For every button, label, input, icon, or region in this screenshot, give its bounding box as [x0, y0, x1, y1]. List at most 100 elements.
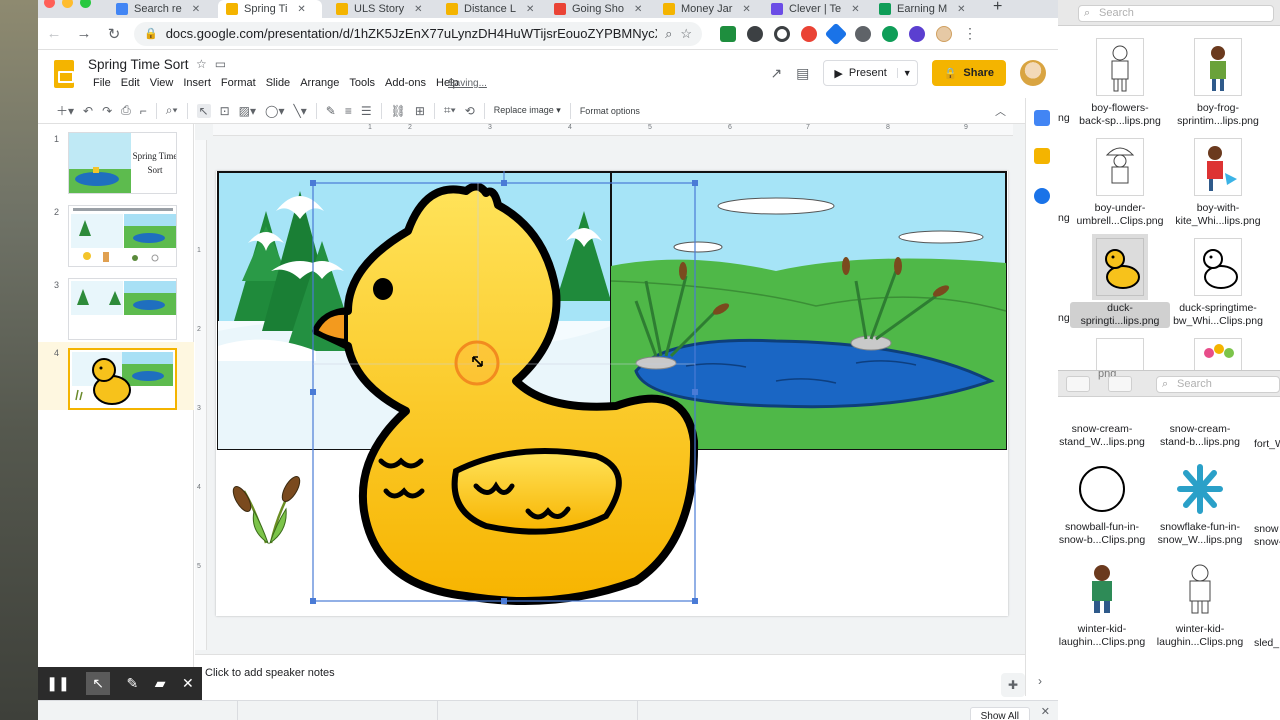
- reload-icon[interactable]: ↻: [104, 25, 124, 43]
- present-button[interactable]: ▶ Present ▼: [823, 60, 918, 86]
- file-item[interactable]: snow-cream- stand-b...lips.png: [1150, 423, 1250, 449]
- star-icon[interactable]: ☆: [196, 57, 207, 71]
- extension-record-icon[interactable]: [801, 25, 817, 42]
- tag-icon[interactable]: [1108, 376, 1132, 392]
- crop-icon[interactable]: ⌗▾: [444, 103, 456, 118]
- speaker-notes-panel[interactable]: Click to add speaker notes ✚: [195, 654, 1025, 697]
- menu-item-arrange[interactable]: Arrange: [295, 77, 344, 89]
- horizontal-ruler[interactable]: 1 2 3 4 5 6 7 8 9: [213, 124, 1013, 136]
- file-item[interactable]: boy-with- kite_Whi...lips.png: [1168, 138, 1268, 228]
- file-item[interactable]: snow-cream- stand_W...lips.png: [1058, 423, 1152, 449]
- text-box-icon[interactable]: ⊡: [220, 104, 230, 118]
- print-icon[interactable]: ⎙: [121, 103, 131, 118]
- collapse-toolbar-icon[interactable]: ︿: [995, 103, 1006, 119]
- close-tab-icon[interactable]: ✕: [742, 4, 750, 15]
- file-item[interactable]: [1070, 338, 1170, 370]
- menu-item-view[interactable]: View: [145, 77, 179, 89]
- zoom-icon[interactable]: ⌕▾: [166, 103, 178, 118]
- shape-icon[interactable]: ◯▾: [265, 104, 284, 118]
- present-dropdown-icon[interactable]: ▼: [896, 68, 917, 78]
- menu-item-format[interactable]: Format: [216, 77, 261, 89]
- border-color-icon[interactable]: ✎: [326, 104, 336, 118]
- extension-target-icon[interactable]: [774, 25, 790, 42]
- file-item[interactable]: winter-kid- laughin...Clips.png: [1058, 561, 1152, 649]
- close-tab-icon[interactable]: ✕: [414, 4, 422, 15]
- close-tab-icon[interactable]: ✕: [192, 4, 200, 15]
- browser-tab[interactable]: Clever | Te ✕: [763, 0, 867, 18]
- slide-thumbnail-3[interactable]: 3: [38, 274, 194, 342]
- finder-search-input[interactable]: Search: [1078, 5, 1274, 22]
- finder-search-input[interactable]: Search: [1156, 376, 1280, 393]
- slide-thumbnail-2[interactable]: 2: [38, 201, 194, 269]
- extension-diamond-icon[interactable]: [824, 22, 848, 45]
- file-item[interactable]: snowflake-fun-in- snow_W...lips.png: [1150, 463, 1250, 547]
- line-icon[interactable]: ╲▾: [294, 104, 307, 118]
- comment-icon[interactable]: ⊞: [415, 104, 425, 118]
- pause-icon[interactable]: ❚❚: [46, 675, 69, 692]
- saving-status[interactable]: Saving...: [448, 78, 487, 89]
- explore-icon[interactable]: ✚: [1001, 673, 1025, 697]
- slide-thumbnail-1[interactable]: 1 Spring Time Sort: [38, 128, 194, 196]
- file-item[interactable]: [1168, 338, 1268, 370]
- maximize-window-icon[interactable]: [80, 0, 91, 8]
- bookmark-star-icon[interactable]: ☆: [680, 26, 692, 42]
- download-item[interactable]: [238, 701, 438, 720]
- address-bar[interactable]: 🔒 docs.google.com/presentation/d/1hZK5Jz…: [134, 21, 702, 46]
- account-avatar[interactable]: [1020, 60, 1046, 86]
- close-icon[interactable]: ✕: [182, 675, 194, 692]
- share-button[interactable]: 🔒 Share: [931, 60, 1006, 86]
- select-tool-icon[interactable]: ↖: [196, 103, 211, 118]
- menu-item-addons[interactable]: Add-ons: [380, 77, 431, 89]
- border-dash-icon[interactable]: ☰: [361, 104, 372, 118]
- menu-item-insert[interactable]: Insert: [178, 77, 216, 89]
- current-slide[interactable]: [216, 171, 1008, 616]
- comments-icon[interactable]: ▤: [796, 65, 809, 82]
- extension-chat-icon[interactable]: [747, 25, 763, 42]
- document-title[interactable]: Spring Time Sort: [88, 57, 189, 72]
- extension-sheets-icon[interactable]: [720, 25, 736, 42]
- file-item[interactable]: winter-kid- laughin...Clips.png: [1150, 561, 1250, 649]
- link-icon[interactable]: ⛓: [391, 104, 406, 118]
- close-tab-icon[interactable]: ✕: [851, 4, 859, 15]
- extension-green-icon[interactable]: [882, 25, 898, 42]
- browser-tab[interactable]: ULS Story ✕: [328, 0, 432, 18]
- forward-icon[interactable]: →: [74, 25, 94, 42]
- pen-tool-icon[interactable]: ✎: [126, 675, 138, 692]
- close-tab-icon[interactable]: ✕: [526, 4, 534, 15]
- undo-icon[interactable]: ↶: [83, 104, 93, 118]
- extension-pinterest-icon[interactable]: [855, 25, 871, 42]
- file-item-selected[interactable]: duck- springti...lips.png: [1070, 234, 1170, 328]
- browser-tab[interactable]: Earning M ✕: [871, 0, 975, 18]
- format-options-button[interactable]: Format options: [580, 106, 640, 116]
- highlighter-tool-icon[interactable]: ▰: [155, 675, 166, 692]
- browser-tab[interactable]: Going Sho ✕: [546, 0, 650, 18]
- close-window-icon[interactable]: [44, 0, 55, 8]
- file-item[interactable]: boy-frog- sprintim...lips.png: [1168, 38, 1268, 128]
- new-tab-button[interactable]: +: [993, 0, 1002, 16]
- file-item[interactable]: boy-flowers- back-sp...lips.png: [1070, 38, 1170, 128]
- file-item[interactable]: snowball-fun-in- snow-b...Clips.png: [1058, 463, 1152, 547]
- activity-trend-icon[interactable]: ↗: [770, 65, 782, 82]
- menu-item-edit[interactable]: Edit: [116, 77, 145, 89]
- profile-avatar-icon[interactable]: [936, 25, 952, 42]
- pointer-tool-icon[interactable]: ↖: [86, 672, 110, 695]
- vertical-ruler[interactable]: 1 2 3 4 5: [195, 140, 207, 650]
- speaker-notes-placeholder[interactable]: Click to add speaker notes: [205, 667, 335, 679]
- calendar-icon[interactable]: [1034, 110, 1050, 126]
- download-item[interactable]: [438, 701, 638, 720]
- back-icon[interactable]: ←: [44, 25, 64, 42]
- expand-side-panel-icon[interactable]: ›: [1038, 674, 1042, 688]
- close-tab-icon[interactable]: ✕: [297, 4, 305, 15]
- reset-image-icon[interactable]: ⟲: [465, 104, 475, 118]
- extension-k-icon[interactable]: [909, 25, 925, 42]
- browser-tab[interactable]: Search re ✕: [108, 0, 212, 18]
- slide-editor-canvas[interactable]: 1 2 3 4 5 6 7 8 9 1 2 3 4 5: [195, 124, 1025, 654]
- menu-item-slide[interactable]: Slide: [261, 77, 295, 89]
- file-item[interactable]: duck-springtime- bw_Whi...Clips.png: [1168, 238, 1268, 328]
- redo-icon[interactable]: ↷: [102, 104, 112, 118]
- close-tab-icon[interactable]: ✕: [634, 4, 642, 15]
- border-weight-icon[interactable]: ≡: [345, 104, 352, 118]
- file-item[interactable]: boy-under- umbrell...Clips.png: [1070, 138, 1170, 228]
- share-icon[interactable]: [1066, 376, 1090, 392]
- browser-tab[interactable]: Spring Ti ✕: [218, 0, 322, 18]
